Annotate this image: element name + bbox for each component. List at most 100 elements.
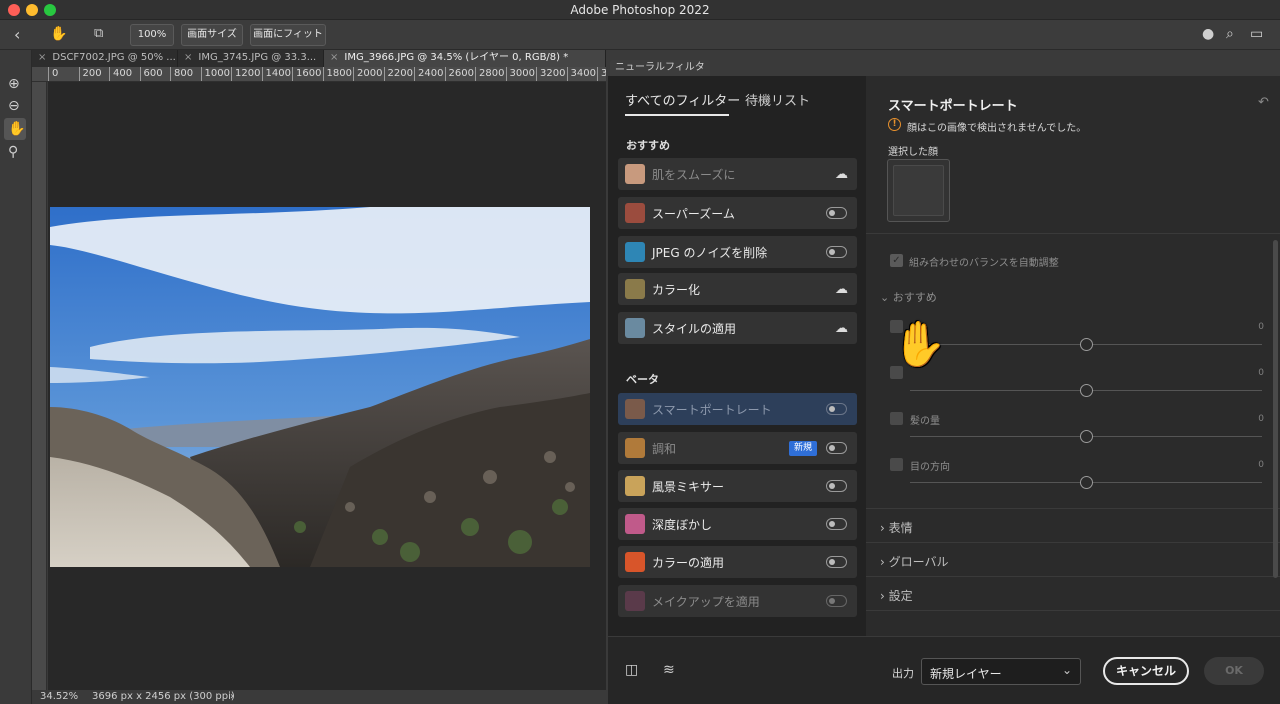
- tab-all-filters[interactable]: すべてのフィルター: [625, 90, 740, 109]
- status-menu-arrow[interactable]: ›: [230, 691, 234, 702]
- tab-waitlist[interactable]: 待機リスト: [745, 90, 810, 109]
- zoom-in-icon[interactable]: ⊕: [8, 77, 20, 91]
- ruler-tick: [78, 67, 80, 81]
- workspace-icon[interactable]: ▭: [1250, 27, 1263, 41]
- ruler-tick-label: 600: [143, 68, 163, 79]
- active-tab-underline: [625, 114, 729, 116]
- filter-skin-smoothing[interactable]: 肌をスムーズに ☁: [618, 158, 857, 190]
- cloud-download-icon[interactable]: ☁: [835, 282, 848, 297]
- filter-toggle[interactable]: [826, 518, 847, 530]
- filter-toggle[interactable]: [826, 403, 847, 415]
- zoom-100-button[interactable]: 100%: [130, 24, 174, 46]
- filter-toggle[interactable]: [826, 556, 847, 568]
- landscape-photo: [50, 207, 590, 567]
- filter-toggle[interactable]: [826, 480, 847, 492]
- filter-landscape-mixer[interactable]: 風景ミキサー: [618, 470, 857, 502]
- cancel-button[interactable]: キャンセル: [1103, 657, 1189, 685]
- filter-makeup-transfer[interactable]: メイクアップを適用: [618, 585, 857, 617]
- close-tab-icon[interactable]: ×: [330, 52, 338, 63]
- close-tab-icon[interactable]: ×: [38, 52, 46, 63]
- ruler-tick-label: 400: [113, 68, 133, 79]
- filter-depth-blur[interactable]: 深度ぼかし: [618, 508, 857, 540]
- tools-panel: ⊕ ⊖ ✋ ⚲: [0, 50, 32, 704]
- section-global[interactable]: › グローバル: [880, 553, 949, 570]
- search-icon[interactable]: ⌕: [1226, 27, 1234, 41]
- preview-split-icon[interactable]: ◫: [625, 663, 638, 677]
- hand-tool-button[interactable]: ✋: [4, 118, 26, 140]
- ruler-tick-label: 0: [52, 68, 59, 79]
- auto-balance-checkbox[interactable]: ✓: [890, 254, 903, 267]
- featured-heading: おすすめ: [626, 139, 670, 152]
- section-expression[interactable]: › 表情: [880, 519, 913, 536]
- doc-tab-active[interactable]: × IMG_3966.JPG @ 34.5% (レイヤー 0, RGB/8) *: [324, 50, 606, 67]
- fit-screen-button[interactable]: 画面サイズ: [181, 24, 243, 46]
- ruler-tick: [566, 67, 568, 81]
- filter-toggle[interactable]: [826, 442, 847, 454]
- filter-thumbnail: [625, 164, 645, 184]
- ruler-tick-label: 3400: [570, 68, 596, 79]
- output-label: 出力: [892, 667, 914, 680]
- filter-thumbnail: [625, 242, 645, 262]
- filter-thumbnail: [625, 318, 645, 338]
- hand-tool-icon[interactable]: ✋: [50, 27, 67, 41]
- ruler-tick-label: 36: [601, 68, 606, 79]
- slider-knob[interactable]: [1080, 476, 1093, 489]
- filter-toggle[interactable]: [826, 595, 847, 607]
- ruler-tick: [139, 67, 141, 81]
- document-canvas[interactable]: [48, 82, 606, 690]
- filter-toggle[interactable]: [826, 207, 847, 219]
- chevron-right-icon: ›: [880, 555, 889, 569]
- arrange-windows-icon[interactable]: ⧉: [94, 27, 103, 40]
- section-settings[interactable]: › 設定: [880, 587, 913, 604]
- filter-thumbnail: [625, 591, 645, 611]
- filter-toggle[interactable]: [826, 246, 847, 258]
- ruler-tick-label: 200: [82, 68, 102, 79]
- zoom-level[interactable]: 34.52%: [40, 691, 78, 702]
- zoom-out-icon[interactable]: ⊖: [8, 99, 20, 113]
- slider-checkbox[interactable]: [890, 412, 903, 425]
- output-select[interactable]: 新規レイヤー ⌄: [921, 658, 1081, 685]
- ruler-tick: [261, 67, 263, 81]
- ruler-tick-label: 1600: [296, 68, 322, 79]
- slider-knob[interactable]: [1080, 430, 1093, 443]
- slider-checkbox[interactable]: [890, 458, 903, 471]
- filter-colorize[interactable]: カラー化 ☁: [618, 273, 857, 305]
- chevron-down-icon: ⌄: [880, 291, 893, 304]
- ruler-tick-label: 2800: [479, 68, 505, 79]
- filter-smart-portrait[interactable]: スマートポートレート: [618, 393, 857, 425]
- layers-icon[interactable]: ≋: [663, 663, 675, 677]
- fill-screen-button[interactable]: 画面にフィット: [250, 24, 326, 46]
- settings-scrollbar[interactable]: [1273, 240, 1278, 578]
- selected-face-box[interactable]: [887, 159, 950, 222]
- chevron-right-icon: ›: [880, 589, 889, 603]
- filter-jpeg-artifacts[interactable]: JPEG のノイズを削除: [618, 236, 857, 268]
- ruler-tick: [170, 67, 171, 81]
- slider-knob[interactable]: [1080, 384, 1093, 397]
- ruler-tick-label: 800: [174, 68, 194, 79]
- slider-knob[interactable]: [1080, 338, 1093, 351]
- cloud-download-icon[interactable]: ☁: [835, 167, 848, 182]
- warning-text: 顔はこの画像で検出されませんでした。: [907, 123, 1087, 134]
- cloud-download-icon[interactable]: ☁: [835, 321, 848, 336]
- close-tab-icon[interactable]: ×: [184, 52, 192, 63]
- ruler-tick: [231, 67, 232, 81]
- filter-color-transfer[interactable]: カラーの適用: [618, 546, 857, 578]
- filter-harmonization[interactable]: 調和 新規: [618, 432, 857, 464]
- back-icon[interactable]: ‹: [14, 27, 20, 43]
- doc-tab[interactable]: × IMG_3745.JPG @ 33.3...: [178, 50, 324, 67]
- neural-filters-tab[interactable]: ニューラルフィルター: [610, 60, 710, 88]
- magnify-icon[interactable]: ⚲: [8, 145, 18, 159]
- ruler-tick: [109, 67, 110, 81]
- title-bar: Adobe Photoshop 2022: [0, 0, 1280, 20]
- ruler-tick: [48, 67, 49, 81]
- reset-icon[interactable]: ↶: [1258, 95, 1269, 110]
- account-icon[interactable]: ●: [1202, 27, 1214, 41]
- filter-style-transfer[interactable]: スタイルの適用 ☁: [618, 312, 857, 344]
- ok-button[interactable]: OK: [1204, 657, 1264, 685]
- ruler-tick-label: 2200: [387, 68, 413, 79]
- filter-thumbnail: [625, 399, 645, 419]
- selected-face-label: 選択した顔: [888, 147, 938, 158]
- featured-section-header[interactable]: ⌄ おすすめ: [880, 289, 937, 305]
- filter-super-zoom[interactable]: スーパーズーム: [618, 197, 857, 229]
- doc-tab[interactable]: × DSCF7002.JPG @ 50% ...: [32, 50, 178, 67]
